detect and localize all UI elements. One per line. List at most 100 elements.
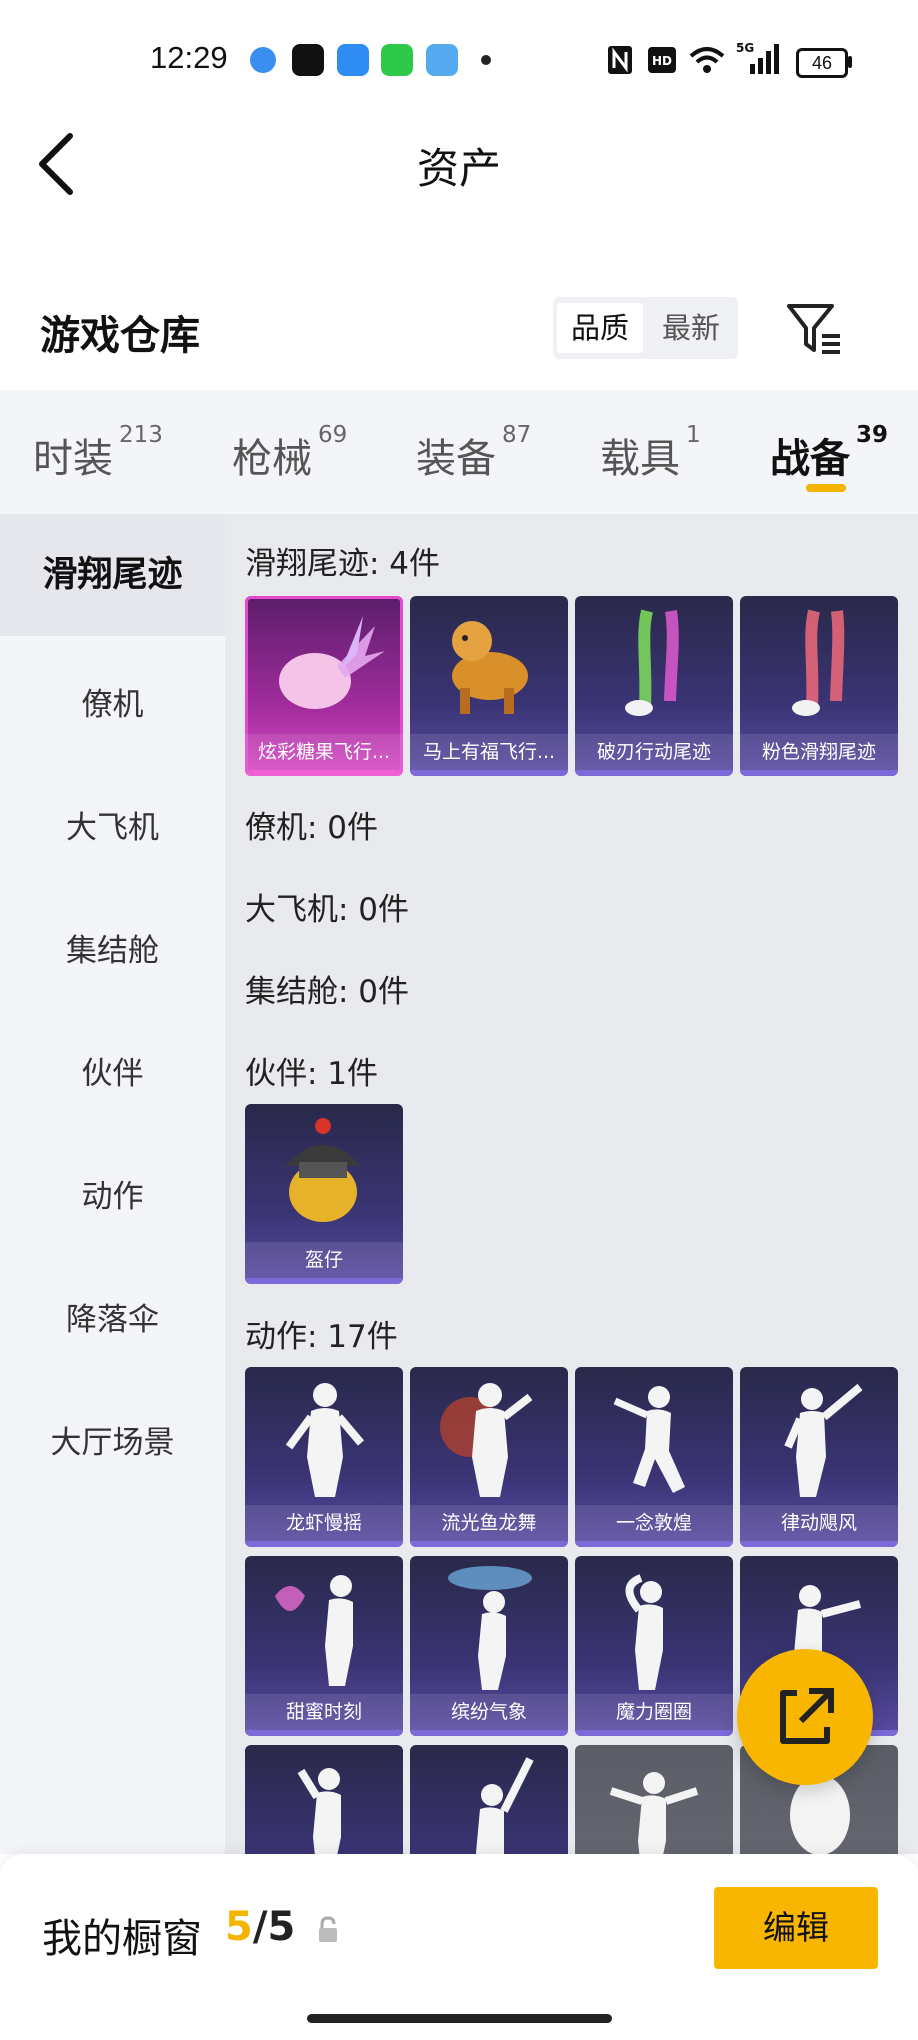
item-card[interactable] <box>245 1745 403 1854</box>
dancer-silhouette-art <box>784 1383 863 1497</box>
wifi-icon <box>689 47 725 73</box>
rarity-bar <box>740 770 898 776</box>
status-time: 12:29 <box>150 40 228 75</box>
dancer-silhouette-art <box>275 1575 353 1686</box>
share-button[interactable] <box>737 1649 873 1785</box>
dancer-silhouette-art <box>297 1768 341 1854</box>
sidebar-item-glide-trail[interactable]: 滑翔尾迹 <box>0 514 225 636</box>
item-card[interactable]: 甜蜜时刻 <box>245 1556 403 1736</box>
item-card[interactable]: 律动飓风 <box>740 1367 898 1547</box>
tab-guns[interactable]: 枪械69 <box>232 422 347 484</box>
rarity-bar <box>410 770 568 776</box>
rarity-bar <box>245 1278 403 1284</box>
dancer-silhouette-art <box>448 1566 532 1690</box>
battery-icon: 46 <box>796 48 848 78</box>
showcase-bar: 我的橱窗 5/5 编辑 <box>0 1854 918 2040</box>
sidebar-item-pod[interactable]: 集结舱 <box>0 925 225 970</box>
wallet-icon <box>426 44 458 76</box>
battery-level: 46 <box>811 53 833 73</box>
item-card[interactable] <box>410 1745 568 1854</box>
sidebar-item-emote[interactable]: 动作 <box>0 1171 225 1216</box>
horse-item-art <box>452 621 528 714</box>
section-title: 游戏仓库 <box>40 313 200 359</box>
group-title-wingman: 僚机: 0件 <box>245 810 379 846</box>
rarity-bar <box>410 1730 568 1736</box>
tiktok-icon <box>292 44 324 76</box>
item-label: 甜蜜时刻 <box>245 1694 403 1730</box>
rarity-bar <box>575 770 733 776</box>
signal-5g-icon: 5G <box>736 41 779 74</box>
lock-icon <box>319 1916 337 1942</box>
sidebar-item-companion[interactable]: 伙伴 <box>0 1048 225 1093</box>
home-indicator <box>307 2014 612 2023</box>
item-label: 缤纷气象 <box>410 1694 568 1730</box>
group-title-companion: 伙伴: 1件 <box>245 1056 379 1092</box>
tab-fashion[interactable]: 时装213 <box>33 422 163 484</box>
tab-supplies[interactable]: 战备39 <box>770 422 888 484</box>
showcase-count: 5/5 <box>225 1904 296 1950</box>
group-title-emote: 动作: 17件 <box>245 1319 398 1355</box>
item-label: 马上有福飞行... <box>410 734 568 770</box>
rarity-bar <box>245 770 403 776</box>
rarity-bar <box>740 1541 898 1547</box>
page-title: 资产 <box>416 144 501 193</box>
hd-icon: HD <box>648 47 676 73</box>
sort-option-newest[interactable]: 最新 <box>648 303 734 353</box>
sidebar-item-big-plane[interactable]: 大飞机 <box>0 802 225 847</box>
candy-item-art <box>279 616 385 709</box>
item-card[interactable]: 盔仔 <box>245 1104 403 1284</box>
tab-equipment[interactable]: 装备87 <box>416 422 531 484</box>
item-card[interactable]: 一念敦煌 <box>575 1367 733 1547</box>
rarity-bar <box>575 1730 733 1736</box>
category-tabs: 时装213 枪械69 装备87 载具1 战备39 <box>0 390 918 514</box>
item-card[interactable]: 龙虾慢摇 <box>245 1367 403 1547</box>
status-bar: 12:29 HD 5G 46 <box>0 0 918 120</box>
sidebar-item-lobby-scene[interactable]: 大厅场景 <box>0 1417 225 1462</box>
network-label: 5G <box>736 41 754 55</box>
item-card[interactable] <box>575 1745 733 1854</box>
rainbow-trail-art <box>625 609 679 716</box>
chick-helmet-art <box>285 1118 361 1222</box>
app-green-icon <box>381 44 413 76</box>
item-card[interactable]: 马上有福飞行... <box>410 596 568 776</box>
nfc-icon <box>608 46 632 74</box>
item-label: 粉色滑翔尾迹 <box>740 734 898 770</box>
app-notification-icon <box>250 47 276 73</box>
item-card[interactable]: 流光鱼龙舞 <box>410 1367 568 1547</box>
sidebar: 滑翔尾迹 僚机 大飞机 集结舱 伙伴 动作 降落伞 大厅场景 <box>0 514 225 1854</box>
svg-text:HD: HD <box>652 54 672 68</box>
item-label: 律动飓风 <box>740 1505 898 1541</box>
item-card[interactable]: 缤纷气象 <box>410 1556 568 1736</box>
item-label: 流光鱼龙舞 <box>410 1505 568 1541</box>
sidebar-item-wingman[interactable]: 僚机 <box>0 679 225 724</box>
item-card[interactable]: 魔力圈圈 <box>575 1556 733 1736</box>
rarity-bar <box>245 1541 403 1547</box>
item-card[interactable]: 粉色滑翔尾迹 <box>740 596 898 776</box>
battery-tip <box>848 56 852 68</box>
rarity-bar <box>245 1730 403 1736</box>
item-card[interactable]: 破刃行动尾迹 <box>575 596 733 776</box>
item-label: 龙虾慢摇 <box>245 1505 403 1541</box>
dancer-silhouette-art <box>609 1772 699 1854</box>
group-title-glide-trail: 滑翔尾迹: 4件 <box>245 546 441 582</box>
dancer-silhouette-art <box>613 1386 685 1493</box>
item-label: 破刃行动尾迹 <box>575 734 733 770</box>
item-card[interactable]: 炫彩糖果飞行... <box>245 596 403 776</box>
dancer-silhouette-art <box>440 1383 533 1497</box>
item-label: 魔力圈圈 <box>575 1694 733 1730</box>
app-blue-icon <box>337 44 369 76</box>
item-label: 盔仔 <box>245 1242 403 1278</box>
item-label: 一念敦煌 <box>575 1505 733 1541</box>
filter-icon[interactable] <box>784 300 844 356</box>
rarity-bar <box>575 1541 733 1547</box>
sort-toggle: 品质 最新 <box>553 297 738 359</box>
edit-button[interactable]: 编辑 <box>714 1887 878 1969</box>
sort-option-quality[interactable]: 品质 <box>557 303 643 353</box>
tab-active-indicator <box>806 484 846 492</box>
group-title-pod: 集结舱: 0件 <box>245 974 410 1010</box>
more-dot-icon <box>481 55 491 65</box>
tab-vehicles[interactable]: 载具1 <box>600 422 701 484</box>
group-title-big-plane: 大飞机: 0件 <box>245 892 410 928</box>
dancer-silhouette-art <box>476 1757 534 1854</box>
sidebar-item-parachute[interactable]: 降落伞 <box>0 1294 225 1339</box>
